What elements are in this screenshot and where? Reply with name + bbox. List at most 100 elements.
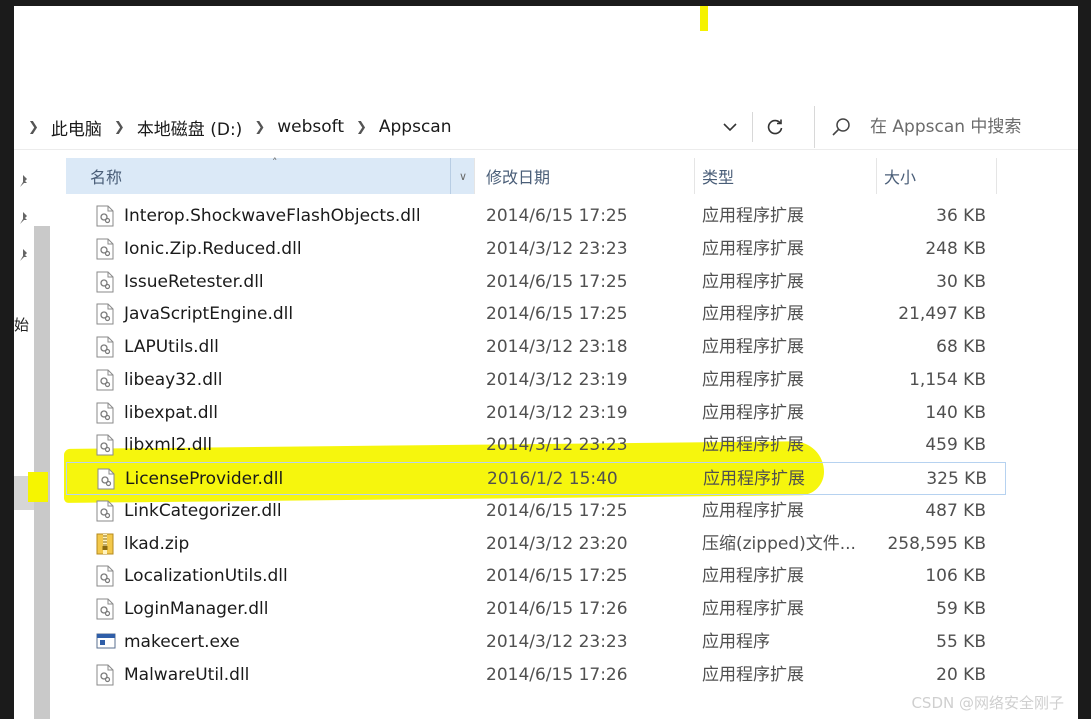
- file-row[interactable]: LinkCategorizer.dll 2014/6/15 17:25 应用程序…: [66, 495, 1006, 528]
- file-type: 应用程序扩展: [702, 566, 804, 587]
- dll-file-icon: [96, 500, 114, 522]
- chevron-right-icon[interactable]: ❯: [356, 120, 367, 135]
- file-row[interactable]: LoginManager.dll 2014/6/15 17:26 应用程序扩展 …: [66, 593, 1006, 626]
- column-divider[interactable]: [694, 158, 695, 194]
- search-icon: [832, 118, 850, 136]
- file-type: 应用程序扩展: [702, 238, 804, 259]
- file-row[interactable]: JavaScriptEngine.dll 2014/6/15 17:25 应用程…: [66, 298, 1006, 331]
- file-modified-date: 2014/3/12 23:19: [486, 402, 628, 423]
- yellow-marker: [28, 472, 48, 502]
- address-dropdown-button[interactable]: [718, 114, 742, 140]
- file-row[interactable]: lkad.zip 2014/3/12 23:20 压缩(zipped)文件...…: [66, 528, 1006, 561]
- column-header-name[interactable]: 名称 ˄ ∨: [66, 156, 475, 194]
- column-header-type[interactable]: 类型: [702, 158, 872, 194]
- file-size: 59 KB: [936, 599, 986, 619]
- file-modified-date: 2014/6/15 17:25: [486, 304, 628, 325]
- file-modified-date: 2014/6/15 17:25: [486, 206, 628, 226]
- dll-file-icon: [96, 598, 114, 620]
- divider: [814, 106, 815, 148]
- breadcrumb-this-pc[interactable]: 此电脑: [51, 115, 102, 140]
- column-divider[interactable]: [996, 158, 997, 194]
- file-size: 258,595 KB: [887, 533, 986, 554]
- file-name: makecert.exe: [124, 631, 240, 652]
- dll-file-icon: [96, 271, 114, 293]
- file-type: 应用程序扩展: [702, 369, 804, 390]
- file-type: 应用程序扩展: [702, 500, 804, 521]
- file-size: 248 KB: [925, 238, 986, 259]
- search-box[interactable]: [830, 106, 1078, 148]
- breadcrumb-local-disk[interactable]: 本地磁盘 (D:): [137, 115, 243, 140]
- file-row[interactable]: libeay32.dll 2014/3/12 23:19 应用程序扩展 1,15…: [66, 364, 1006, 397]
- file-size: 106 KB: [925, 566, 986, 587]
- file-explorer-window: ❯ 此电脑 ❯ 本地磁盘 (D:) ❯ websoft ❯ Appscan 始: [14, 6, 1078, 719]
- file-modified-date: 2014/3/12 23:20: [486, 533, 628, 554]
- dll-file-icon: [96, 664, 114, 686]
- yellow-marker: [700, 6, 708, 31]
- file-row[interactable]: libxml2.dll 2014/3/12 23:23 应用程序扩展 459 K…: [66, 429, 1006, 462]
- file-type: 应用程序: [702, 631, 770, 652]
- file-type: 应用程序扩展: [702, 271, 804, 292]
- file-row[interactable]: libexpat.dll 2014/3/12 23:19 应用程序扩展 140 …: [66, 397, 1006, 430]
- file-modified-date: 2014/6/15 17:26: [486, 599, 628, 619]
- chevron-down-icon[interactable]: ∨: [450, 158, 475, 194]
- file-size: 140 KB: [925, 402, 986, 423]
- file-name: Ionic.Zip.Reduced.dll: [124, 238, 302, 259]
- file-name: LocalizationUtils.dll: [124, 566, 288, 587]
- file-size: 30 KB: [936, 271, 986, 292]
- file-row[interactable]: Interop.ShockwaveFlashObjects.dll 2014/6…: [66, 200, 1006, 233]
- column-divider[interactable]: [876, 158, 877, 194]
- file-row-selected[interactable]: LicenseProvider.dll 2016/1/2 15:40 应用程序扩…: [66, 462, 1006, 495]
- dll-file-icon: [97, 468, 115, 490]
- refresh-icon: [767, 119, 783, 135]
- pin-icon[interactable]: [18, 248, 32, 262]
- column-divider[interactable]: [474, 158, 475, 194]
- chevron-down-icon: [723, 122, 737, 131]
- column-header-row: 名称 ˄ ∨ 修改日期 类型 大小: [66, 156, 997, 194]
- exe-file-icon: [96, 631, 116, 653]
- breadcrumb[interactable]: ❯ 此电脑 ❯ 本地磁盘 (D:) ❯ websoft ❯ Appscan: [24, 106, 452, 148]
- file-name: LoginManager.dll: [124, 599, 269, 619]
- file-row[interactable]: IssueRetester.dll 2014/6/15 17:25 应用程序扩展…: [66, 266, 1006, 299]
- navigation-pane: 始: [14, 156, 50, 719]
- file-modified-date: 2014/3/12 23:23: [486, 435, 628, 456]
- file-size: 21,497 KB: [898, 304, 986, 325]
- file-size: 20 KB: [936, 664, 986, 685]
- file-name: LicenseProvider.dll: [125, 469, 284, 489]
- dll-file-icon: [96, 369, 114, 391]
- dll-file-icon: [96, 434, 114, 456]
- chevron-right-icon[interactable]: ❯: [114, 120, 125, 135]
- dll-file-icon: [96, 336, 114, 358]
- pin-icon[interactable]: [18, 174, 32, 188]
- file-size: 459 KB: [925, 435, 986, 456]
- dll-file-icon: [96, 303, 114, 325]
- nav-item-label[interactable]: 始: [14, 314, 29, 335]
- dll-file-icon: [96, 402, 114, 424]
- pin-icon[interactable]: [18, 211, 32, 225]
- zip-file-icon: [96, 533, 114, 555]
- divider: [752, 112, 753, 142]
- file-name: lkad.zip: [124, 533, 190, 554]
- file-size: 487 KB: [925, 500, 986, 521]
- file-row[interactable]: LAPUtils.dll 2014/3/12 23:18 应用程序扩展 68 K…: [66, 331, 1006, 364]
- breadcrumb-websoft[interactable]: websoft: [277, 117, 344, 137]
- file-name: LinkCategorizer.dll: [124, 500, 282, 521]
- search-input[interactable]: [870, 117, 1070, 137]
- refresh-button[interactable]: [762, 114, 788, 140]
- file-type: 应用程序扩展: [703, 469, 805, 489]
- file-row[interactable]: MalwareUtil.dll 2014/6/15 17:26 应用程序扩展 2…: [66, 659, 1006, 692]
- file-size: 325 KB: [926, 469, 987, 489]
- file-type: 应用程序扩展: [702, 435, 804, 456]
- column-header-size[interactable]: 大小: [884, 158, 996, 194]
- file-name: libexpat.dll: [124, 402, 218, 423]
- column-header-date[interactable]: 修改日期: [486, 158, 690, 194]
- breadcrumb-appscan[interactable]: Appscan: [379, 117, 452, 137]
- file-modified-date: 2014/6/15 17:25: [486, 271, 628, 292]
- file-name: IssueRetester.dll: [124, 271, 264, 292]
- file-type: 应用程序扩展: [702, 599, 804, 619]
- chevron-right-icon[interactable]: ❯: [254, 120, 265, 135]
- file-row[interactable]: Ionic.Zip.Reduced.dll 2014/3/12 23:23 应用…: [66, 233, 1006, 266]
- chevron-right-icon[interactable]: ❯: [28, 120, 39, 135]
- watermark: CSDN @网络安全刚子: [911, 694, 1064, 712]
- file-row[interactable]: makecert.exe 2014/3/12 23:23 应用程序 55 KB: [66, 626, 1006, 659]
- file-row[interactable]: LocalizationUtils.dll 2014/6/15 17:25 应用…: [66, 560, 1006, 593]
